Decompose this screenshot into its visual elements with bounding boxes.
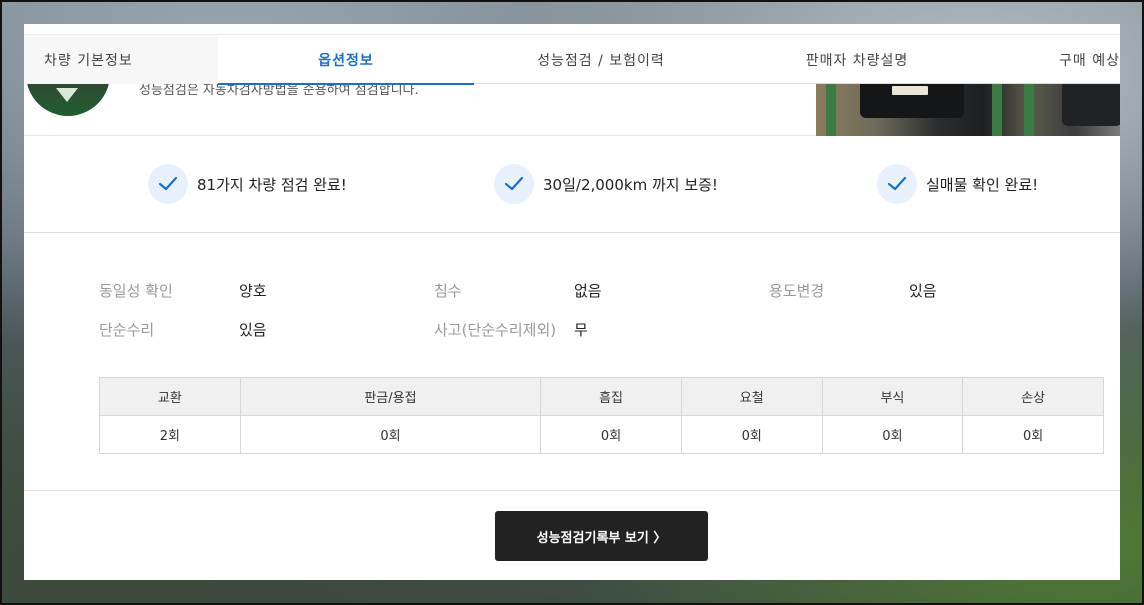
identity-value: 양호 <box>239 282 267 300</box>
accident-label: 사고(단순수리제외) <box>434 321 557 339</box>
simple-repair-label: 단순수리 <box>99 321 155 339</box>
usage-change-value: 있음 <box>909 282 937 300</box>
inspection-panel: 성능점검은 자동차검사방법을 준용하여 점검합니다. 차량 기본정보 옵션정보 … <box>24 24 1120 580</box>
usage-change-label: 용도변경 <box>769 282 825 300</box>
table-header-cell: 부식 <box>821 377 964 416</box>
table-header-cell: 판금/용접 <box>239 377 542 416</box>
table-row: 2회 0회 0회 0회 0회 0회 <box>99 415 1104 454</box>
section-divider <box>24 490 1120 491</box>
table-header-cell: 흠집 <box>540 377 682 416</box>
check-icon <box>148 164 188 204</box>
tab-basic-info[interactable]: 차량 기본정보 <box>24 35 218 84</box>
simple-repair-value: 있음 <box>239 321 267 339</box>
flood-label: 침수 <box>434 282 462 300</box>
detail-tabs: 차량 기본정보 옵션정보 성능점검 / 보험이력 판매자 차량설명 구매 예상 <box>24 34 1120 85</box>
table-cell: 0회 <box>680 415 823 454</box>
highlight-text: 실매물 확인 완료! <box>926 175 1039 194</box>
table-header-cell: 손상 <box>962 377 1104 416</box>
tab-seller-description[interactable]: 판매자 차량설명 <box>728 35 986 84</box>
inspection-highlights: 81가지 차량 점검 완료! 30일/2,000km 까지 보증! 실매물 확인… <box>24 136 1120 233</box>
accident-value: 무 <box>574 321 588 339</box>
table-cell: 0회 <box>821 415 964 454</box>
table-cell: 2회 <box>99 415 241 454</box>
table-header-cell: 교환 <box>99 377 241 416</box>
identity-label: 동일성 확인 <box>99 282 173 300</box>
check-icon <box>494 164 534 204</box>
highlight-item: 실매물 확인 완료! <box>877 164 1038 204</box>
avatar-collar <box>56 88 78 102</box>
tab-options[interactable]: 옵션정보 <box>218 35 474 85</box>
tab-performance-insurance[interactable]: 성능점검 / 보험이력 <box>474 35 728 84</box>
table-cell: 0회 <box>540 415 682 454</box>
highlight-text: 81가지 차량 점검 완료! <box>197 175 347 194</box>
highlight-item: 30일/2,000km 까지 보증! <box>494 164 718 204</box>
table-cell: 0회 <box>239 415 542 454</box>
photo-plate <box>892 86 928 95</box>
check-icon <box>877 164 917 204</box>
tab-purchase-estimate[interactable]: 구매 예상 <box>986 35 1120 84</box>
table-cell: 0회 <box>962 415 1104 454</box>
table-header-cell: 요철 <box>680 377 823 416</box>
repair-history-table: 교환 판금/용접 흠집 요철 부식 손상 2회 0회 0회 0회 0회 0회 <box>99 377 1104 454</box>
highlight-text: 30일/2,000km 까지 보증! <box>543 175 718 194</box>
flood-value: 없음 <box>574 282 602 300</box>
highlight-item: 81가지 차량 점검 완료! <box>148 164 347 204</box>
table-header-row: 교환 판금/용접 흠집 요철 부식 손상 <box>99 377 1104 416</box>
view-inspection-record-button[interactable]: 성능점검기록부 보기 〉 <box>495 511 708 561</box>
